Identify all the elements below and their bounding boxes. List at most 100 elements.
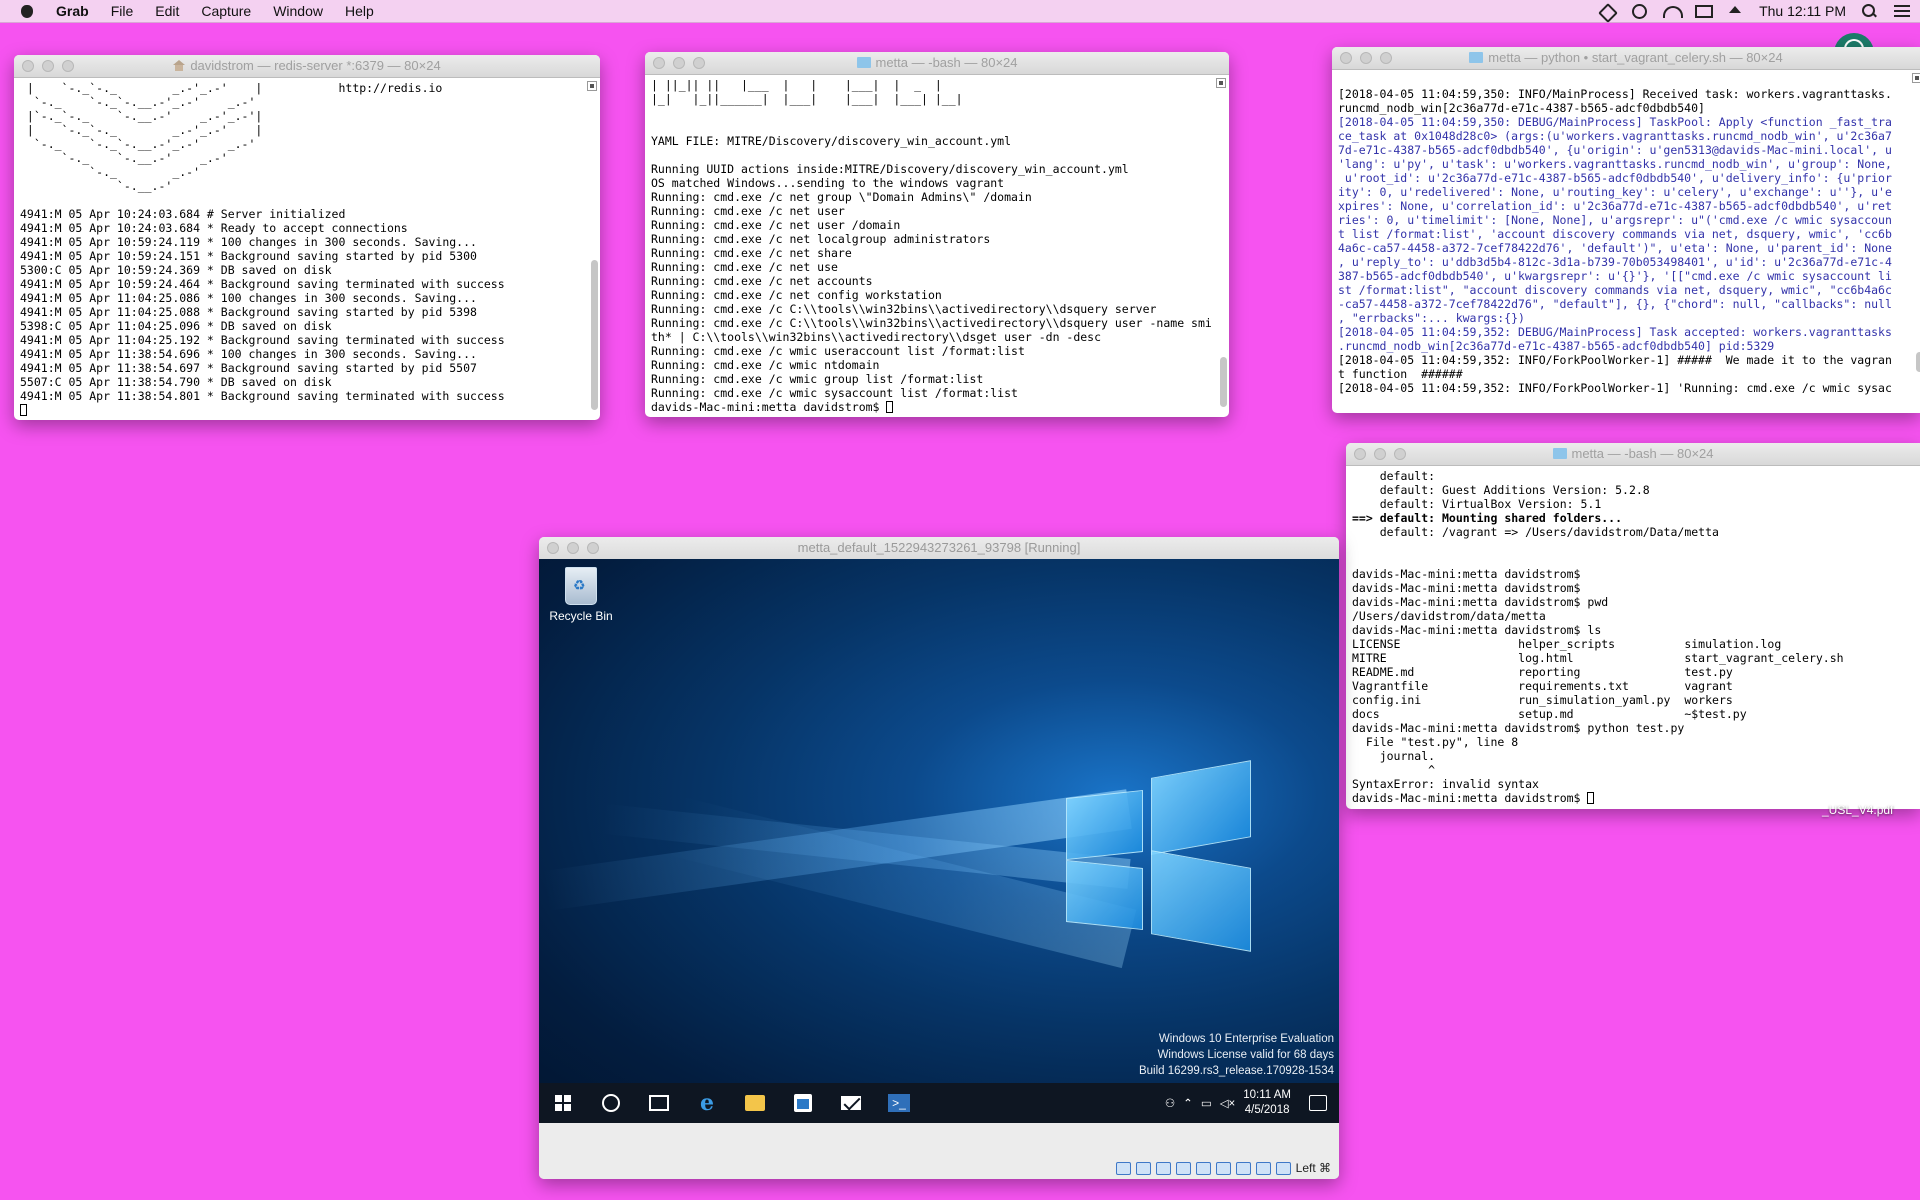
shared-folders-icon[interactable]	[1215, 1161, 1231, 1175]
window-titlebar[interactable]: davidstrom — redis-server *:6379 — 80×24	[14, 55, 600, 78]
taskbar-time: 10:11 AM	[1243, 1089, 1291, 1101]
close-button[interactable]	[1340, 52, 1352, 64]
windows-logo-icon	[555, 1095, 571, 1111]
virtualbox-vm-window[interactable]: metta_default_1522943273261_93798 [Runni…	[539, 537, 1339, 1179]
people-icon[interactable]: ⚇	[1165, 1096, 1175, 1110]
bash-terminal-window-2[interactable]: metta — -bash — 80×24 default: default: …	[1346, 443, 1920, 809]
store-button[interactable]	[779, 1083, 827, 1123]
terminal-line: st /format:list", "account discovery com…	[1338, 283, 1892, 297]
terminal-line: th* | C:\\tools\\win32bins\\activedirect…	[651, 330, 1102, 344]
airplay-icon[interactable]	[1695, 4, 1714, 18]
window-titlebar[interactable]: metta_default_1522943273261_93798 [Runni…	[539, 537, 1339, 560]
terminal-line: 4941:M 05 Apr 11:38:54.697 * Background …	[20, 361, 477, 375]
taskbar-clock[interactable]: 10:11 AM 4/5/2018	[1243, 1088, 1291, 1118]
terminal-line: docs setup.md ~$test.py	[1352, 707, 1747, 721]
chevron-up-icon[interactable]: ⌃	[1183, 1096, 1193, 1110]
cursor	[886, 401, 894, 413]
eject-icon[interactable]	[1727, 4, 1743, 18]
terminal-prompt: davids-Mac-mini:metta davidstrom$	[651, 400, 1223, 414]
zoom-button[interactable]	[1380, 52, 1392, 64]
usb-icon[interactable]	[1195, 1161, 1211, 1175]
terminal-line: 4941:M 05 Apr 10:59:24.464 * Background …	[20, 277, 505, 291]
terminal-line: t function ######	[1338, 367, 1463, 381]
terminal-line: Running: cmd.exe /c net localgroup admin…	[651, 232, 991, 246]
close-button[interactable]	[22, 60, 34, 72]
recording-icon[interactable]	[1255, 1161, 1271, 1175]
wallpaper-logo-pane	[1151, 850, 1251, 952]
folder-icon	[1469, 52, 1484, 63]
scrollbar[interactable]	[591, 260, 598, 410]
optical-drive-icon[interactable]	[1135, 1161, 1151, 1175]
minimize-button[interactable]	[42, 60, 54, 72]
terminal-output[interactable]: [2018-04-05 11:04:59,350: INFO/MainProce…	[1332, 70, 1920, 398]
spotlight-search-icon[interactable]	[1862, 4, 1878, 18]
dropbox-icon[interactable]	[1599, 4, 1615, 18]
zoom-button[interactable]	[587, 542, 599, 554]
desktop-file-label[interactable]: _USL_V4.pdf	[1822, 803, 1893, 817]
app-menu[interactable]: Grab	[56, 3, 89, 19]
network-adapter-icon[interactable]	[1175, 1161, 1191, 1175]
terminal-line: 5507:C 05 Apr 11:38:54.790 * DB saved on…	[20, 375, 332, 389]
mail-button[interactable]	[827, 1083, 875, 1123]
terminal-line: ^	[1352, 763, 1436, 777]
close-button[interactable]	[547, 542, 559, 554]
windows-desktop[interactable]: Recycle Bin Windows 10 Enterprise Evalua…	[539, 559, 1339, 1123]
menu-window[interactable]: Window	[273, 3, 323, 19]
action-center-icon[interactable]	[1309, 1095, 1327, 1111]
terminal-output[interactable]: | ||_|| || |___ | | |___| | _ | |_| |_||_…	[645, 75, 1229, 417]
scroll-toggle-icon[interactable]	[1912, 73, 1920, 83]
menu-file[interactable]: File	[111, 3, 134, 19]
recycle-bin-shortcut[interactable]: Recycle Bin	[547, 567, 615, 623]
menubar-clock[interactable]: Thu 12:11 PM	[1759, 3, 1846, 19]
hard-disk-icon[interactable]	[1115, 1161, 1131, 1175]
task-view-button[interactable]	[635, 1083, 683, 1123]
volume-muted-icon[interactable]: ◁×	[1220, 1096, 1236, 1110]
display-icon[interactable]	[1235, 1161, 1251, 1175]
window-titlebar[interactable]: metta — -bash — 80×24	[1346, 443, 1920, 466]
scrollbar[interactable]	[1916, 352, 1920, 372]
terminal-line: OS matched Windows...sending to the wind…	[651, 176, 1005, 190]
time-machine-icon[interactable]	[1631, 4, 1648, 19]
window-titlebar[interactable]: metta — python • start_vagrant_celery.sh…	[1332, 47, 1920, 70]
terminal-line: 4941:M 05 Apr 11:04:25.192 * Background …	[20, 333, 505, 347]
scrollbar[interactable]	[1220, 357, 1227, 407]
window-titlebar[interactable]: metta — -bash — 80×24	[645, 52, 1229, 75]
home-icon	[173, 60, 186, 71]
celery-terminal-window[interactable]: metta — python • start_vagrant_celery.sh…	[1332, 47, 1920, 413]
audio-icon[interactable]	[1155, 1161, 1171, 1175]
menu-edit[interactable]: Edit	[155, 3, 179, 19]
zoom-button[interactable]	[693, 57, 705, 69]
scroll-toggle-icon[interactable]	[1216, 78, 1226, 88]
notification-center-icon[interactable]	[1894, 4, 1910, 18]
bash-terminal-window[interactable]: metta — -bash — 80×24 | ||_|| || |___ | …	[645, 52, 1229, 417]
cortana-button[interactable]	[587, 1083, 635, 1123]
redis-terminal-window[interactable]: davidstrom — redis-server *:6379 — 80×24…	[14, 55, 600, 420]
apple-menu-icon[interactable]	[18, 4, 38, 18]
powershell-button[interactable]: >_	[875, 1083, 923, 1123]
menu-capture[interactable]: Capture	[201, 3, 251, 19]
minimize-button[interactable]	[1360, 52, 1372, 64]
mouse-integration-icon[interactable]	[1275, 1161, 1291, 1175]
terminal-output[interactable]: default: default: Guest Additions Versio…	[1346, 466, 1920, 808]
zoom-button[interactable]	[1394, 448, 1406, 460]
terminal-line: davids-Mac-mini:metta davidstrom$	[1352, 581, 1581, 595]
menu-help[interactable]: Help	[345, 3, 374, 19]
close-button[interactable]	[1354, 448, 1366, 460]
file-explorer-button[interactable]	[731, 1083, 779, 1123]
terminal-line: [2018-04-05 11:04:59,352: INFO/ForkPoolW…	[1338, 381, 1892, 395]
minimize-button[interactable]	[673, 57, 685, 69]
scroll-toggle-icon[interactable]	[587, 81, 597, 91]
wifi-icon[interactable]	[1663, 4, 1684, 18]
network-icon[interactable]: ▭	[1201, 1096, 1212, 1110]
terminal-output[interactable]: | `-._`-._ _.-'_.-' | http://redis.io `-…	[14, 78, 600, 420]
start-button[interactable]	[539, 1083, 587, 1123]
windows-taskbar: e >_ ⚇ ⌃ ▭ ◁× 10:11 AM 4/5/2018	[539, 1083, 1339, 1123]
watermark-line: Windows License valid for 68 days	[1157, 1049, 1334, 1061]
zoom-button[interactable]	[62, 60, 74, 72]
terminal-line: default: /vagrant => /Users/davidstrom/D…	[1352, 525, 1719, 539]
close-button[interactable]	[653, 57, 665, 69]
minimize-button[interactable]	[567, 542, 579, 554]
minimize-button[interactable]	[1374, 448, 1386, 460]
edge-button[interactable]: e	[683, 1083, 731, 1123]
